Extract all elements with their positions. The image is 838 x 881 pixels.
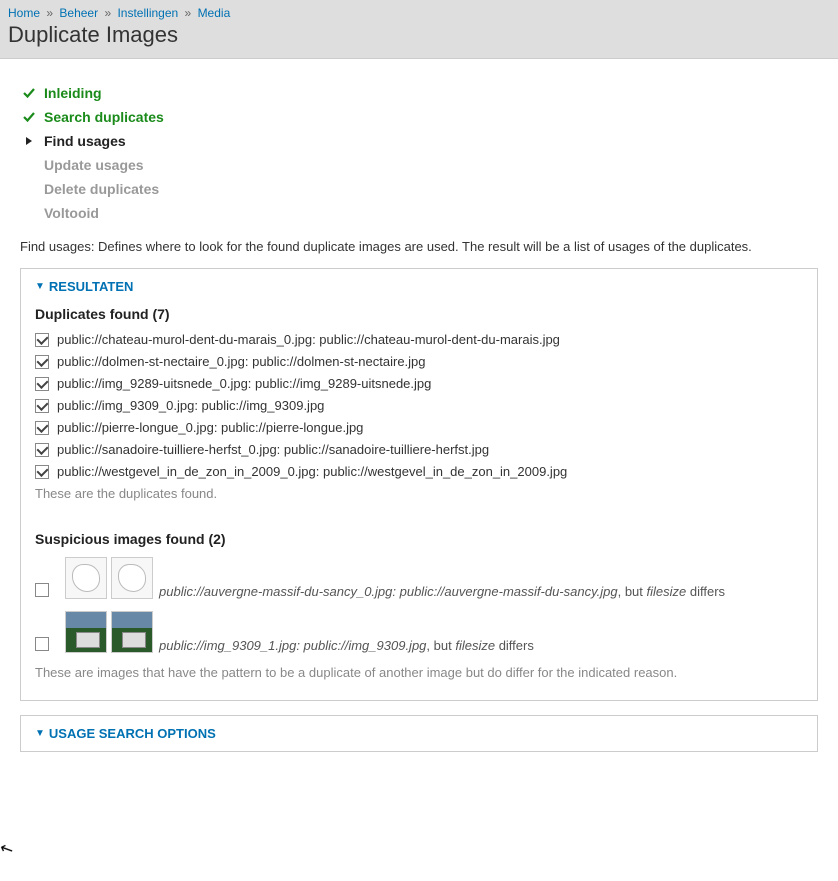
breadcrumb-sep: » bbox=[46, 6, 53, 20]
wizard-steps: Inleiding Search duplicates Find usages … bbox=[20, 85, 818, 221]
suspicious-heading: Suspicious images found (2) bbox=[35, 531, 803, 547]
suspicious-label: public://auvergne-massif-du-sancy_0.jpg:… bbox=[159, 584, 725, 599]
step-search: Search duplicates bbox=[20, 109, 818, 125]
duplicate-row: public://img_9289-uitsnede_0.jpg: public… bbox=[35, 376, 803, 391]
step-inleiding: Inleiding bbox=[20, 85, 818, 101]
duplicate-label: public://sanadoire-tuilliere-herfst_0.jp… bbox=[57, 442, 489, 457]
duplicate-row: public://dolmen-st-nectaire_0.jpg: publi… bbox=[35, 354, 803, 369]
step-label: Inleiding bbox=[44, 85, 102, 101]
page-title: Duplicate Images bbox=[8, 22, 828, 48]
suspicious-row: public://auvergne-massif-du-sancy_0.jpg:… bbox=[35, 557, 803, 599]
duplicate-checkbox[interactable] bbox=[35, 465, 49, 479]
thumbnail-icon bbox=[111, 557, 153, 599]
suspicious-checkbox[interactable] bbox=[35, 583, 49, 597]
duplicate-row: public://img_9309_0.jpg: public://img_93… bbox=[35, 398, 803, 413]
check-icon bbox=[20, 86, 38, 100]
thumbnail-pair bbox=[65, 557, 153, 599]
duplicate-checkbox[interactable] bbox=[35, 355, 49, 369]
thumbnail-icon bbox=[65, 557, 107, 599]
breadcrumb-instellingen[interactable]: Instellingen bbox=[117, 6, 178, 20]
duplicate-label: public://westgevel_in_de_zon_in_2009_0.j… bbox=[57, 464, 567, 479]
step-label: Voltooid bbox=[44, 205, 99, 221]
duplicates-list: public://chateau-murol-dent-du-marais_0.… bbox=[35, 332, 803, 479]
arrow-right-icon bbox=[20, 136, 38, 146]
step-label: Update usages bbox=[44, 157, 144, 173]
usage-panel-toggle[interactable]: ▼ USAGE SEARCH OPTIONS bbox=[35, 726, 803, 741]
step-label: Search duplicates bbox=[44, 109, 164, 125]
header: Home » Beheer » Instellingen » Media Dup… bbox=[0, 0, 838, 59]
breadcrumb-media[interactable]: Media bbox=[198, 6, 231, 20]
thumbnail-icon bbox=[65, 611, 107, 653]
breadcrumb-beheer[interactable]: Beheer bbox=[59, 6, 98, 20]
step-voltooid: Voltooid bbox=[20, 205, 818, 221]
duplicates-heading: Duplicates found (7) bbox=[35, 306, 803, 322]
suspicious-list: public://auvergne-massif-du-sancy_0.jpg:… bbox=[35, 557, 803, 653]
thumbnail-pair bbox=[65, 611, 153, 653]
results-panel: ▼ RESULTATEN Duplicates found (7) public… bbox=[20, 268, 818, 701]
duplicate-checkbox[interactable] bbox=[35, 333, 49, 347]
thumbnail-icon bbox=[111, 611, 153, 653]
usage-search-panel: ▼ USAGE SEARCH OPTIONS bbox=[20, 715, 818, 752]
triangle-down-icon: ▼ bbox=[35, 728, 45, 739]
breadcrumb-home[interactable]: Home bbox=[8, 6, 40, 20]
suspicious-hint: These are images that have the pattern t… bbox=[35, 665, 803, 680]
cursor-icon: ↖ bbox=[0, 837, 17, 861]
step-label: Find usages bbox=[44, 133, 126, 149]
step-description: Find usages: Defines where to look for t… bbox=[20, 239, 818, 254]
duplicate-label: public://img_9309_0.jpg: public://img_93… bbox=[57, 398, 324, 413]
breadcrumb-sep: » bbox=[104, 6, 111, 20]
step-update: Update usages bbox=[20, 157, 818, 173]
suspicious-row: public://img_9309_1.jpg: public://img_93… bbox=[35, 611, 803, 653]
duplicate-label: public://img_9289-uitsnede_0.jpg: public… bbox=[57, 376, 431, 391]
duplicate-checkbox[interactable] bbox=[35, 399, 49, 413]
duplicate-checkbox[interactable] bbox=[35, 421, 49, 435]
suspicious-label: public://img_9309_1.jpg: public://img_93… bbox=[159, 638, 534, 653]
duplicate-row: public://pierre-longue_0.jpg: public://p… bbox=[35, 420, 803, 435]
step-delete: Delete duplicates bbox=[20, 181, 818, 197]
duplicate-label: public://chateau-murol-dent-du-marais_0.… bbox=[57, 332, 560, 347]
triangle-down-icon: ▼ bbox=[35, 281, 45, 292]
step-label: Delete duplicates bbox=[44, 181, 159, 197]
panel-title-text: USAGE SEARCH OPTIONS bbox=[49, 726, 216, 741]
step-find: Find usages bbox=[20, 133, 818, 149]
duplicate-label: public://pierre-longue_0.jpg: public://p… bbox=[57, 420, 363, 435]
duplicate-row: public://westgevel_in_de_zon_in_2009_0.j… bbox=[35, 464, 803, 479]
duplicate-row: public://chateau-murol-dent-du-marais_0.… bbox=[35, 332, 803, 347]
duplicate-label: public://dolmen-st-nectaire_0.jpg: publi… bbox=[57, 354, 426, 369]
duplicate-row: public://sanadoire-tuilliere-herfst_0.jp… bbox=[35, 442, 803, 457]
breadcrumb: Home » Beheer » Instellingen » Media bbox=[8, 6, 828, 20]
panel-title-text: RESULTATEN bbox=[49, 279, 134, 294]
check-icon bbox=[20, 110, 38, 124]
results-panel-toggle[interactable]: ▼ RESULTATEN bbox=[35, 279, 803, 294]
breadcrumb-sep: » bbox=[185, 6, 192, 20]
duplicate-checkbox[interactable] bbox=[35, 443, 49, 457]
suspicious-checkbox[interactable] bbox=[35, 637, 49, 651]
duplicate-checkbox[interactable] bbox=[35, 377, 49, 391]
duplicates-hint: These are the duplicates found. bbox=[35, 486, 803, 501]
